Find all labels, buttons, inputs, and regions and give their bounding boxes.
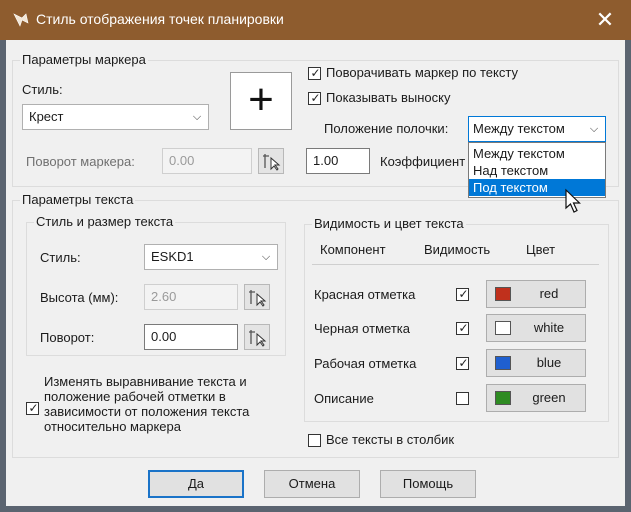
coefficient-label: Коэффициент <box>380 154 466 169</box>
ok-button[interactable]: Да <box>148 470 244 498</box>
marker-preview-glyph: + <box>248 75 274 124</box>
color-name: blue <box>536 355 562 370</box>
align-text-label: Изменять выравнивание текста и положение… <box>44 374 250 434</box>
all-in-column-checkbox[interactable] <box>308 434 321 447</box>
shelf-position-label: Положение полочки: <box>324 121 449 136</box>
marker-rotation-pick-button[interactable] <box>258 148 284 174</box>
check-icon: ✓ <box>458 287 469 301</box>
row-label-work-mark: Рабочая отметка <box>314 356 417 371</box>
window-title: Стиль отображения точек планировки <box>36 11 284 27</box>
shelf-position-dropdown: Между текстом Над текстом Под текстом <box>468 142 606 198</box>
help-button[interactable]: Помощь <box>380 470 476 498</box>
text-height-pick-button[interactable] <box>244 284 270 310</box>
row-color-button-black-mark[interactable]: white <box>486 314 586 342</box>
cancel-button[interactable]: Отмена <box>264 470 360 498</box>
row-color-button-work-mark[interactable]: blue <box>486 349 586 377</box>
col-color-header: Цвет <box>526 242 556 257</box>
check-icon: ✓ <box>310 66 321 80</box>
col-visibility-header: Видимость <box>424 242 491 257</box>
pick-cursor-icon <box>249 290 267 307</box>
marker-style-label: Стиль: <box>22 82 63 97</box>
marker-style-value: Крест <box>29 109 64 124</box>
check-icon: ✓ <box>28 401 39 415</box>
color-swatch <box>495 356 511 370</box>
dropdown-option-above[interactable]: Над текстом <box>469 162 605 179</box>
text-height-field[interactable]: 2.60 <box>144 284 238 310</box>
dropdown-option-between[interactable]: Между текстом <box>469 145 605 162</box>
text-rotation-label: Поворот: <box>40 330 95 345</box>
text-rotation-field[interactable]: 0.00 <box>144 324 238 350</box>
color-name: red <box>539 286 559 301</box>
text-style-label: Стиль: <box>40 250 81 265</box>
show-leader-label: Показывать выноску <box>326 90 451 105</box>
rotate-with-text-label: Поворачивать маркер по тексту <box>326 65 518 80</box>
dialog-body: Параметры маркера Стиль: Крест ⌵ + ✓ Пов… <box>6 40 625 506</box>
row-label-red-mark: Красная отметка <box>314 287 416 302</box>
marker-style-combo[interactable]: Крест ⌵ <box>22 104 209 130</box>
row-label-description: Описание <box>314 391 374 406</box>
text-style-value: ESKD1 <box>151 249 194 264</box>
row-color-button-description[interactable]: green <box>486 384 586 412</box>
app-icon <box>12 11 30 29</box>
text-params-label: Параметры текста <box>20 192 136 207</box>
color-name: white <box>533 320 565 335</box>
show-leader-checkbox[interactable]: ✓ <box>308 91 321 105</box>
marker-rotation-field[interactable]: 0.00 <box>162 148 252 174</box>
chevron-down-icon: ⌵ <box>589 123 599 135</box>
shelf-position-value: Между текстом <box>473 121 565 136</box>
check-icon: ✓ <box>310 91 321 105</box>
align-text-checkbox[interactable]: ✓ <box>26 401 39 415</box>
close-button[interactable]: ✕ <box>590 6 620 34</box>
check-icon: ✓ <box>458 321 469 335</box>
row-visible-checkbox-description[interactable] <box>456 392 469 405</box>
visibility-color-group-label: Видимость и цвет текста <box>312 216 466 231</box>
marker-params-label: Параметры маркера <box>20 52 148 67</box>
coefficient-field[interactable]: 1.00 <box>306 148 370 174</box>
text-rotation-pick-button[interactable] <box>244 324 270 350</box>
row-color-button-red-mark[interactable]: red <box>486 280 586 308</box>
col-component-header: Компонент <box>320 242 386 257</box>
header-divider <box>312 264 599 265</box>
close-icon: ✕ <box>595 7 615 32</box>
row-visible-checkbox-red-mark[interactable]: ✓ <box>456 287 469 301</box>
pick-cursor-icon <box>249 330 267 347</box>
mouse-cursor-icon <box>564 188 584 214</box>
title-bar: Стиль отображения точек планировки ✕ <box>0 0 631 40</box>
marker-preview-button[interactable]: + <box>230 72 292 130</box>
marker-rotation-label: Поворот маркера: <box>26 154 135 169</box>
check-icon: ✓ <box>458 356 469 370</box>
color-swatch <box>495 321 511 335</box>
color-name: green <box>532 390 566 405</box>
color-swatch <box>495 391 511 405</box>
all-in-column-label: Все тексты в столбик <box>326 432 455 447</box>
text-height-label: Высота (мм): <box>40 290 119 305</box>
chevron-down-icon: ⌵ <box>261 251 271 263</box>
text-style-group-label: Стиль и размер текста <box>34 214 176 229</box>
shelf-position-combo[interactable]: Между текстом ⌵ <box>468 116 606 142</box>
text-style-combo[interactable]: ESKD1 ⌵ <box>144 244 278 270</box>
row-visible-checkbox-work-mark[interactable]: ✓ <box>456 356 469 370</box>
rotate-with-text-checkbox[interactable]: ✓ <box>308 66 321 80</box>
row-visible-checkbox-black-mark[interactable]: ✓ <box>456 321 469 335</box>
row-label-black-mark: Черная отметка <box>314 321 410 336</box>
dropdown-option-below[interactable]: Под текстом <box>469 179 605 196</box>
pick-cursor-icon <box>263 154 281 171</box>
chevron-down-icon: ⌵ <box>192 111 202 123</box>
color-swatch <box>495 287 511 301</box>
